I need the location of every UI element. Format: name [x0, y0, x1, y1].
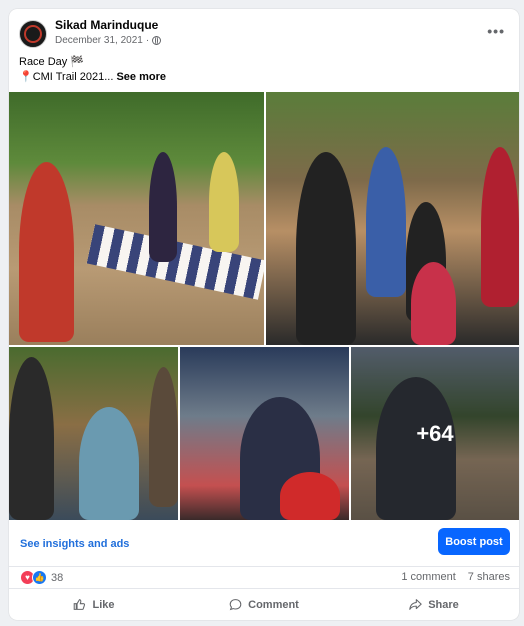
share-label: Share	[428, 598, 459, 611]
logo-icon	[24, 25, 42, 43]
post-text-line-1: Race Day 🏁	[19, 56, 85, 68]
comment-icon	[229, 599, 242, 611]
insights-row: See insights and ads Boost post	[9, 520, 519, 567]
meta-separator: ·	[145, 35, 150, 46]
photo-2[interactable]	[266, 92, 519, 345]
comment-count[interactable]: 1 comment	[401, 571, 455, 583]
share-button[interactable]: Share	[349, 589, 519, 620]
share-count[interactable]: 7 shares	[468, 571, 510, 583]
photo-4[interactable]	[180, 347, 349, 520]
comment-button[interactable]: Comment	[179, 589, 349, 620]
reactions-summary[interactable]: ♥ 👍 38	[20, 570, 63, 585]
post-card: Sikad Marinduque December 31, 2021 · •••…	[9, 9, 519, 620]
see-more-link[interactable]: See more	[116, 71, 166, 83]
engagement-stats: ♥ 👍 38 1 comment 7 shares	[9, 566, 519, 589]
stats-right: 1 comment 7 shares	[401, 571, 510, 583]
post-meta: December 31, 2021 ·	[55, 35, 162, 46]
photo-5[interactable]: +64	[351, 347, 519, 520]
rider-figure	[9, 357, 54, 520]
see-insights-link[interactable]: See insights and ads	[20, 538, 129, 550]
comment-label: Comment	[248, 598, 299, 611]
photo-1[interactable]	[9, 92, 264, 345]
more-options-button[interactable]: •••	[487, 23, 505, 39]
post-text: Race Day 🏁 📍CMI Trail 2021... See more	[9, 55, 519, 85]
rider-figure	[19, 162, 74, 342]
thumbs-up-icon	[74, 599, 86, 610]
rider-figure	[481, 147, 519, 307]
rider-figure	[79, 407, 139, 520]
share-icon	[409, 599, 422, 610]
boost-post-button[interactable]: Boost post	[438, 528, 510, 555]
post-text-location: 📍CMI Trail 2021...	[19, 71, 114, 83]
post-header: Sikad Marinduque December 31, 2021 · •••	[9, 9, 519, 55]
page-name[interactable]: Sikad Marinduque	[55, 18, 158, 32]
rider-figure	[296, 152, 356, 345]
globe-icon	[152, 36, 162, 45]
rider-figure	[209, 152, 239, 252]
rider-figure	[411, 262, 456, 345]
post-text-line-2: 📍CMI Trail 2021... See more	[19, 70, 509, 85]
photo-3[interactable]	[9, 347, 178, 520]
like-reaction-icon: 👍	[32, 570, 47, 585]
rider-figure	[149, 152, 177, 262]
rider-figure	[280, 472, 340, 520]
rider-figure	[366, 147, 406, 297]
post-date[interactable]: December 31, 2021	[55, 35, 143, 46]
more-photos-count: +64	[416, 420, 454, 446]
more-photos-overlay[interactable]: +64	[351, 347, 519, 520]
reaction-count: 38	[51, 571, 64, 584]
action-bar: Like Comment Share	[9, 589, 519, 620]
like-button[interactable]: Like	[9, 589, 179, 620]
photo-grid: +64	[9, 92, 519, 520]
like-label: Like	[92, 598, 115, 611]
rider-figure	[149, 367, 178, 507]
page-avatar[interactable]	[19, 20, 47, 48]
